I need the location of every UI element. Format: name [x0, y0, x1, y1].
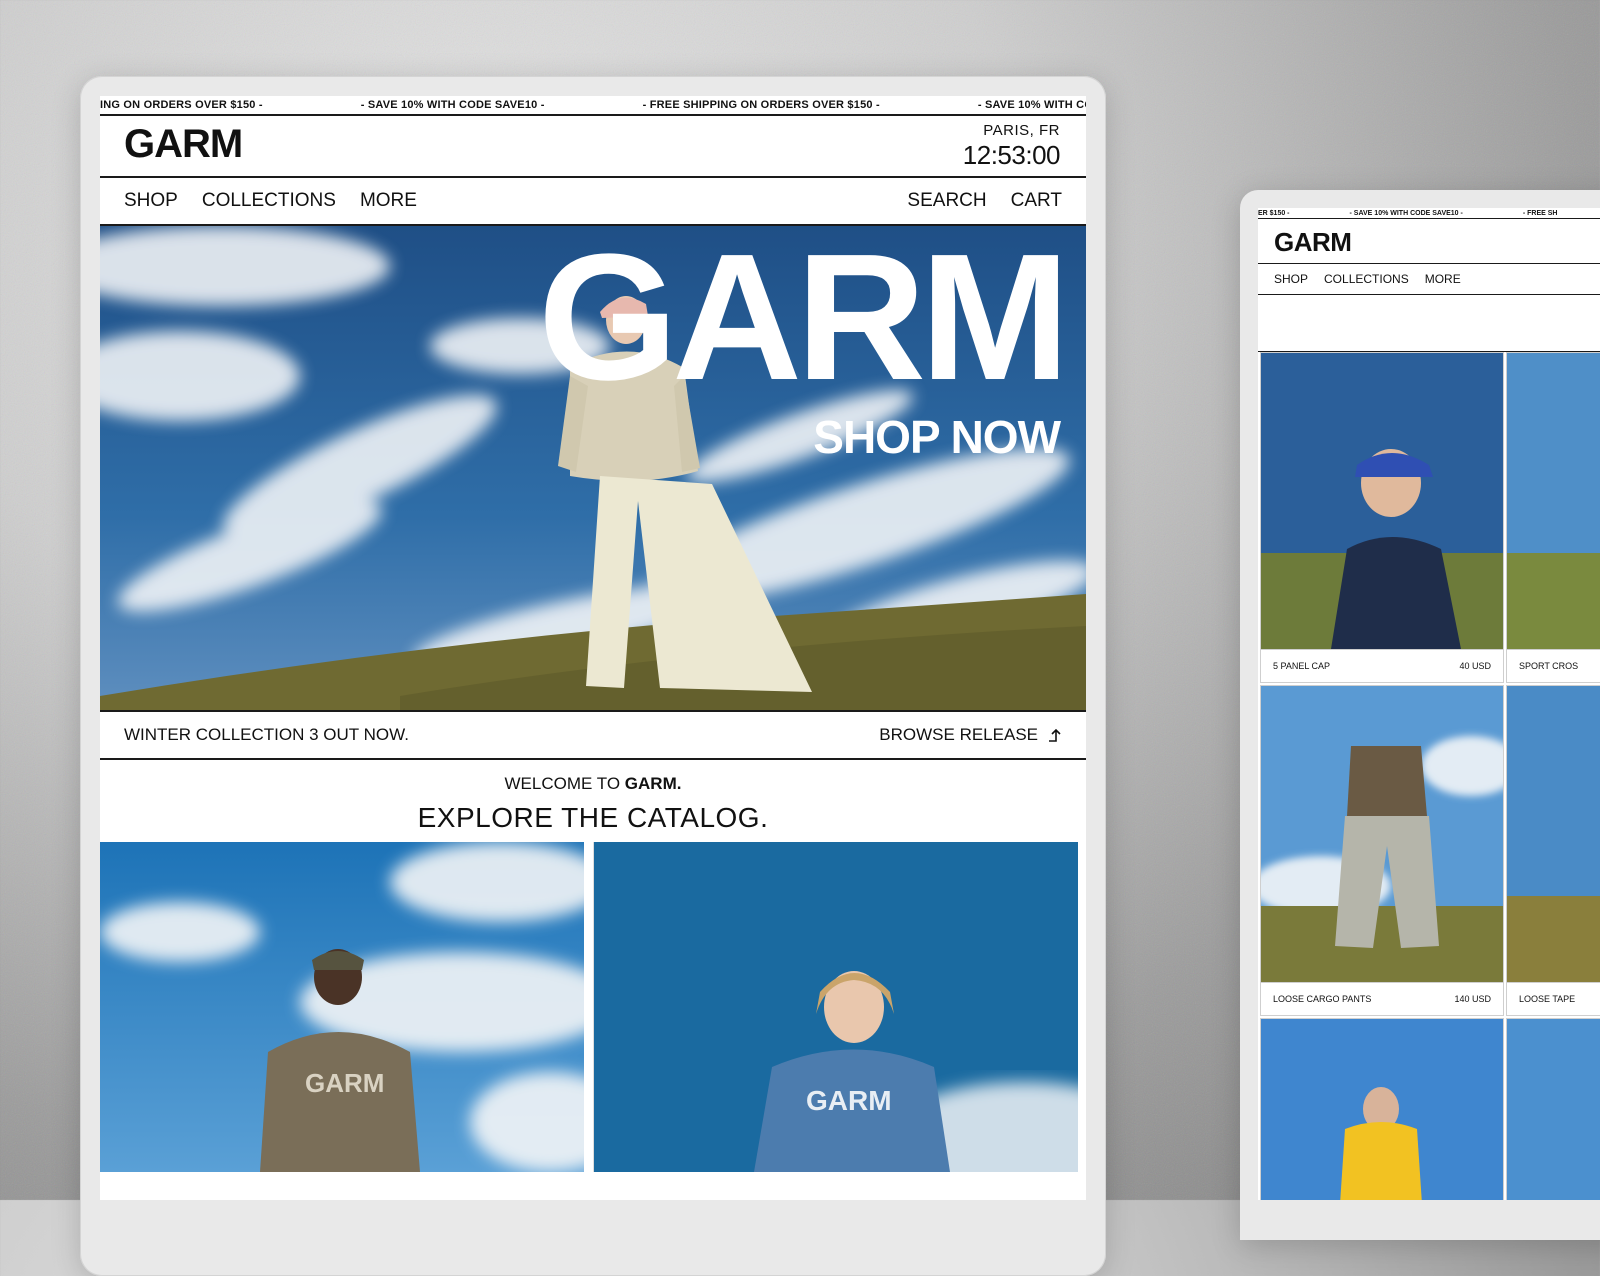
- catalog-heading: EXPLORE THE CATALOG.: [417, 802, 769, 833]
- device-screen-main: ING ON ORDERS OVER $150 - - SAVE 10% WIT…: [100, 96, 1086, 1200]
- product-info: LOOSE TAPE: [1507, 982, 1600, 1015]
- product-price: 40 USD: [1459, 661, 1491, 671]
- clock-city: PARIS, FR: [983, 122, 1060, 139]
- ticker-item: - FREE SH: [1522, 209, 1558, 217]
- brand-bar-secondary: GARM: [1258, 219, 1600, 264]
- welcome-line: WELCOME TO GARM.: [100, 774, 1086, 794]
- product-image: [1507, 1019, 1600, 1200]
- ticker-item: - FREE SHIPPING ON ORDERS OVER $150 -: [642, 99, 880, 111]
- ticker-item: - SAVE 10% WITH CODE: [977, 99, 1086, 111]
- product-card[interactable]: [1506, 1018, 1600, 1200]
- product-price: 140 USD: [1454, 994, 1491, 1004]
- brand-logo-secondary[interactable]: GARM: [1274, 227, 1352, 258]
- nav-secondary: SHOP COLLECTIONS MORE: [1258, 264, 1600, 295]
- hero-title: GARM: [538, 226, 1070, 418]
- nav-cart[interactable]: CART: [1011, 190, 1062, 212]
- garment-logo-text: GARM: [806, 1085, 892, 1116]
- garment-logo-text: GARM: [305, 1068, 384, 1098]
- announcement-bar: WINTER COLLECTION 3 OUT NOW. BROWSE RELE…: [100, 710, 1086, 760]
- product-image: [1507, 686, 1600, 982]
- product-card[interactable]: 5 PANEL CAP 40 USD: [1260, 352, 1504, 683]
- browse-release-label: BROWSE RELEASE: [879, 725, 1038, 744]
- product-info: LOOSE CARGO PANTS 140 USD: [1261, 982, 1503, 1015]
- catalog-tile[interactable]: GARM: [592, 842, 1086, 1172]
- product-name: LOOSE CARGO PANTS: [1273, 994, 1372, 1004]
- nav-collections[interactable]: COLLECTIONS: [202, 190, 336, 212]
- product-info: 5 PANEL CAP 40 USD: [1261, 649, 1503, 682]
- browse-release-link[interactable]: BROWSE RELEASE: [879, 725, 1062, 745]
- clock-time: 12:53:00: [962, 140, 1061, 170]
- ticker-item: - SAVE 10% WITH CODE SAVE10 -: [1349, 209, 1463, 217]
- nav-shop[interactable]: SHOP: [1274, 272, 1308, 286]
- ticker-item: ER $150 -: [1258, 209, 1290, 217]
- product-grid: 5 PANEL CAP 40 USD SPORT CROS LOOSE CARG…: [1258, 352, 1600, 1200]
- arrow-up-right-icon: [1049, 728, 1061, 742]
- announcement-text: WINTER COLLECTION 3 OUT NOW.: [124, 725, 409, 744]
- device-screen-secondary: ER $150 - - SAVE 10% WITH CODE SAVE10 - …: [1258, 208, 1600, 1200]
- store-clock: PARIS, FR 12:53:00: [962, 122, 1061, 171]
- product-card[interactable]: LOOSE CARGO PANTS 140 USD: [1260, 685, 1504, 1016]
- welcome-prefix: WELCOME TO: [504, 774, 625, 793]
- product-card[interactable]: SPORT CROS: [1506, 352, 1600, 683]
- brand-logo[interactable]: GARM: [124, 122, 243, 167]
- ticker-item: ING ON ORDERS OVER $150 -: [100, 99, 263, 111]
- brand-bar: GARM PARIS, FR 12:53:00: [100, 116, 1086, 178]
- product-image: [1261, 1019, 1503, 1200]
- product-card[interactable]: LOOSE TAPE: [1506, 685, 1600, 1016]
- product-card[interactable]: [1260, 1018, 1504, 1200]
- product-name: LOOSE TAPE: [1519, 994, 1576, 1004]
- nav-more[interactable]: MORE: [360, 190, 417, 212]
- welcome-section: WELCOME TO GARM. EXPLORE THE CATALOG.: [100, 760, 1086, 842]
- product-name: SPORT CROS: [1519, 661, 1579, 671]
- shop-now-button[interactable]: SHOP NOW: [813, 410, 1061, 464]
- main-nav: SHOP COLLECTIONS MORE SEARCH CART: [100, 178, 1086, 226]
- nav-collections[interactable]: COLLECTIONS: [1324, 272, 1409, 286]
- catalog-image-sweater: GARM: [593, 842, 1086, 1172]
- product-image: [1261, 353, 1503, 649]
- ticker-item: - SAVE 10% WITH CODE SAVE10 -: [360, 99, 545, 111]
- catalog-grid: GARM GARM: [100, 842, 1086, 1172]
- welcome-brand: GARM.: [624, 774, 682, 793]
- hero-banner[interactable]: GARM SHOP NOW: [100, 226, 1086, 710]
- nav-search[interactable]: SEARCH: [907, 190, 986, 212]
- catalog-image-jacket: GARM: [100, 842, 593, 1172]
- product-info: SPORT CROS: [1507, 649, 1600, 682]
- nav-more[interactable]: MORE: [1425, 272, 1461, 286]
- product-name: 5 PANEL CAP: [1273, 661, 1331, 671]
- product-image: [1261, 686, 1503, 982]
- promo-ticker: ING ON ORDERS OVER $150 - - SAVE 10% WIT…: [100, 96, 1086, 116]
- filter-bar: [1258, 295, 1600, 352]
- nav-shop[interactable]: SHOP: [124, 190, 178, 212]
- product-image: [1507, 353, 1600, 649]
- catalog-tile[interactable]: GARM: [100, 842, 593, 1172]
- promo-ticker-secondary: ER $150 - - SAVE 10% WITH CODE SAVE10 - …: [1258, 208, 1600, 219]
